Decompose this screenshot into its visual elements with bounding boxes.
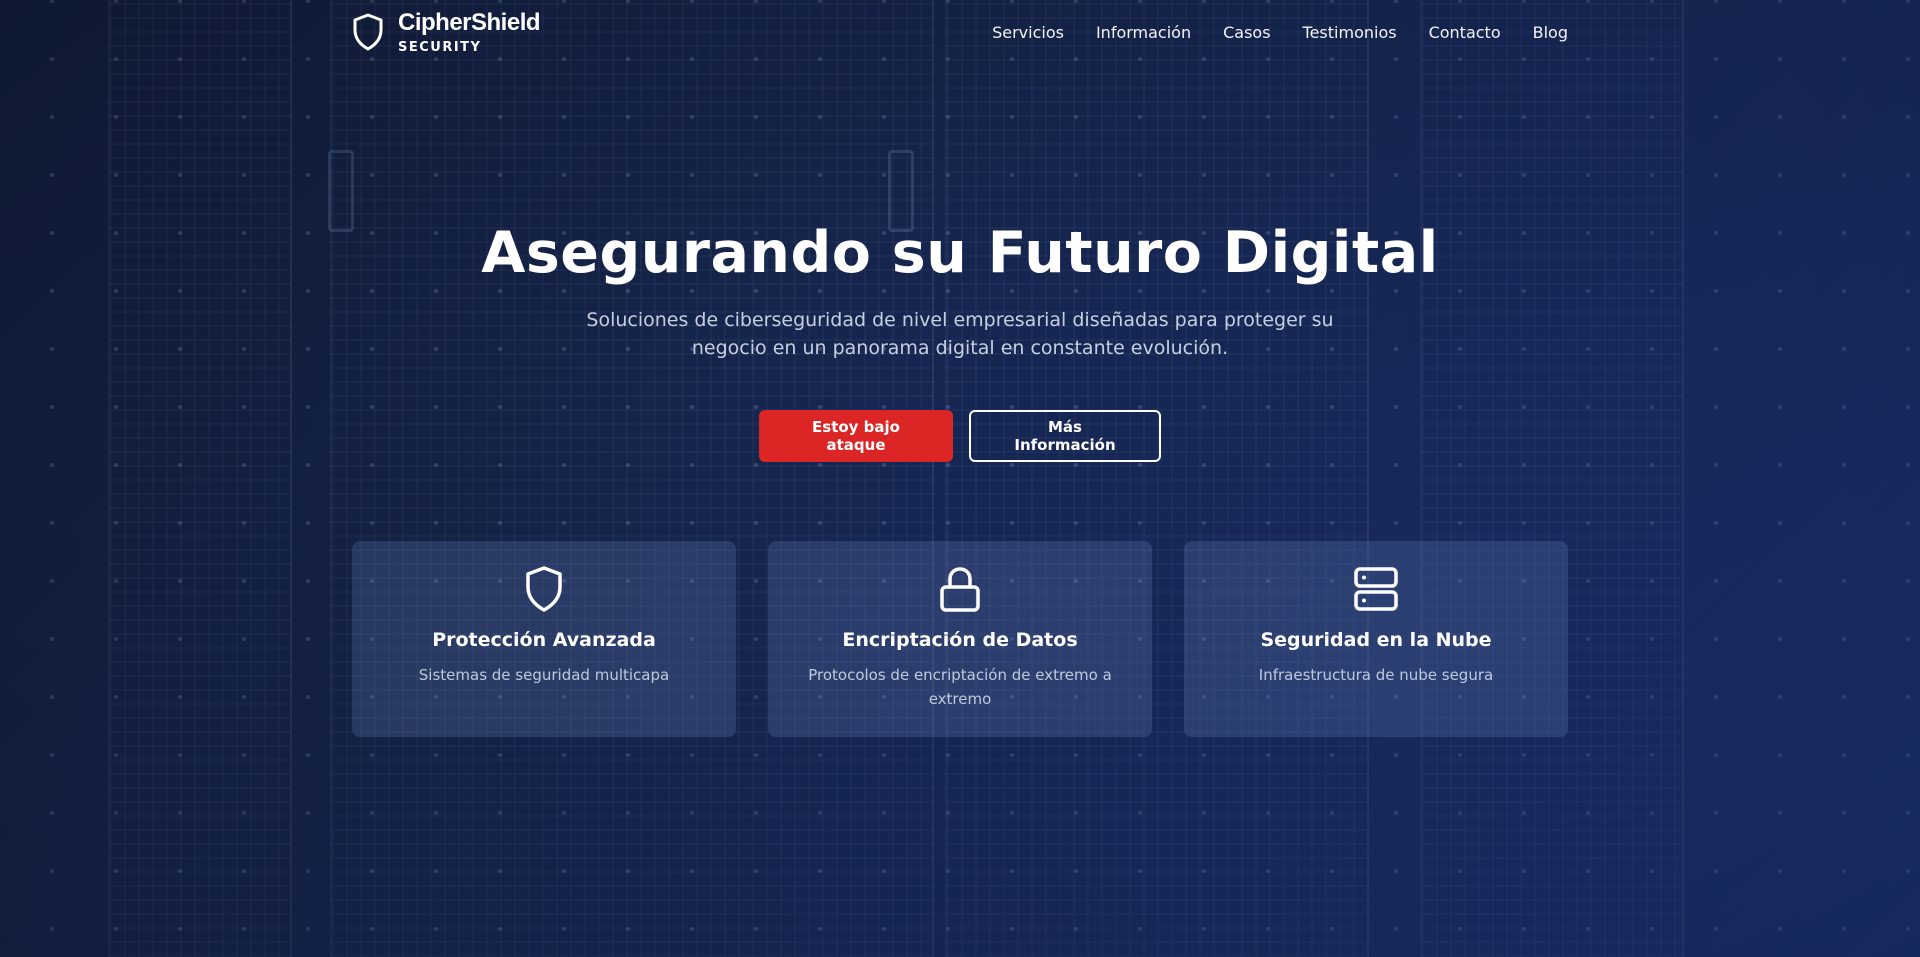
nav-link-casos[interactable]: Casos: [1223, 23, 1270, 42]
server-rack-background: [0, 0, 1920, 957]
feature-title: Encriptación de Datos: [842, 629, 1078, 651]
lock-icon: [768, 565, 1152, 613]
nav-link-contacto[interactable]: Contacto: [1429, 23, 1501, 42]
feature-cards: Protección Avanzada Sistemas de segurida…: [352, 541, 1568, 737]
feature-card-data-encryption: Encriptación de Datos Protocolos de encr…: [768, 541, 1152, 737]
feature-title: Seguridad en la Nube: [1260, 629, 1492, 651]
feature-card-cloud-security: Seguridad en la Nube Infraestructura de …: [1184, 541, 1568, 737]
feature-description: Infraestructura de nube segura: [1258, 666, 1494, 684]
nav-link-blog[interactable]: Blog: [1533, 23, 1568, 42]
brand-subtitle: SECURITY: [398, 39, 482, 55]
shield-logo-icon: [352, 12, 384, 52]
server-icon: [1184, 565, 1568, 613]
feature-description: Sistemas de seguridad multicapa: [418, 666, 670, 684]
nav-link-testimonios[interactable]: Testimonios: [1303, 23, 1397, 42]
brand-name: CipherShield: [398, 8, 541, 36]
feature-card-advanced-protection: Protección Avanzada Sistemas de segurida…: [352, 541, 736, 737]
brand-logo[interactable]: CipherShield SECURITY: [352, 8, 541, 55]
nav-link-servicios[interactable]: Servicios: [992, 23, 1064, 42]
nav-link-informacion[interactable]: Información: [1096, 23, 1191, 42]
hero-actions: Estoy bajo ataque Más Información: [0, 410, 1920, 462]
feature-description: Protocolos de encriptación de extremo a …: [808, 666, 1112, 708]
main-nav: Servicios Información Casos Testimonios …: [992, 23, 1568, 42]
under-attack-button[interactable]: Estoy bajo ataque: [759, 410, 953, 462]
more-info-button[interactable]: Más Información: [969, 410, 1161, 462]
site-header: CipherShield SECURITY Servicios Informac…: [352, 0, 1568, 66]
hero-section: Asegurando su Futuro Digital Soluciones …: [0, 218, 1920, 462]
feature-title: Protección Avanzada: [432, 629, 656, 651]
hero-title: Asegurando su Futuro Digital: [481, 220, 1439, 286]
shield-icon: [352, 565, 736, 613]
hero-subtitle: Soluciones de ciberseguridad de nivel em…: [586, 309, 1334, 359]
